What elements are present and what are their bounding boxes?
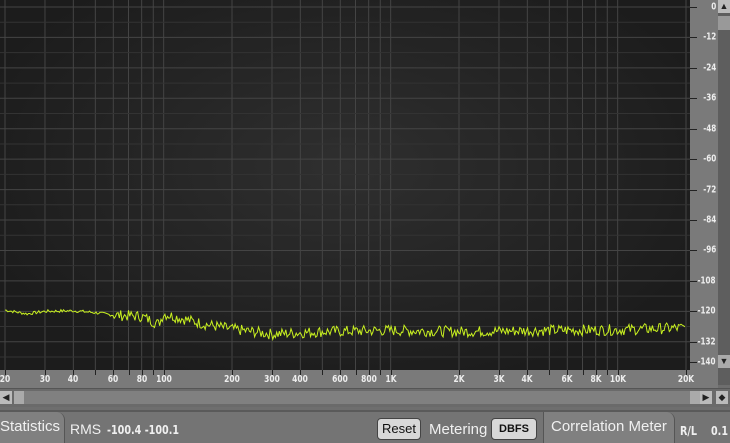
- y-tick: [690, 67, 697, 69]
- rms-values-text: -100.4 -100.1: [107, 423, 180, 437]
- scroll-right-icon[interactable]: ▶: [700, 391, 712, 404]
- x-tick-label: 10K: [609, 374, 626, 385]
- y-tick-label: -108: [697, 275, 716, 287]
- y-tick-label: -36: [702, 92, 716, 104]
- y-tick-label: -24: [702, 62, 716, 74]
- y-tick-label: -72: [702, 184, 716, 196]
- scroll-up-icon[interactable]: ▲: [718, 0, 730, 13]
- x-tick-label: 8K: [590, 374, 602, 385]
- x-tick-label: 2K: [453, 374, 465, 385]
- y-tick: [690, 37, 697, 39]
- y-tick: [690, 7, 697, 8]
- metering-select[interactable]: DBFS: [491, 418, 537, 440]
- x-tick-label: 400: [292, 374, 309, 385]
- horizontal-scroll-track[interactable]: [14, 391, 700, 404]
- x-tick-label: 1K: [385, 374, 397, 385]
- rms-label: RMS: [70, 421, 102, 437]
- db-axis: 0 -12 -24 -36 -48 -60 -72 -84 -96 -108 -120 -132 -14…: [690, 0, 718, 370]
- x-tick-label: 800: [360, 374, 377, 385]
- horizontal-scroll-thumb-left[interactable]: [14, 391, 24, 404]
- x-tick-label: 100: [155, 374, 172, 385]
- rl-label-text: R/L: [680, 424, 698, 438]
- x-tick-label: 80: [136, 374, 147, 385]
- y-tick: [690, 280, 697, 282]
- metering-label: Metering: [429, 421, 488, 438]
- spectrum-svg: [0, 0, 690, 370]
- x-tick: [549, 370, 551, 375]
- y-tick-label: -12: [702, 31, 716, 43]
- x-tick-label: 6K: [561, 374, 573, 385]
- y-tick: [690, 98, 697, 100]
- x-tick-label: 4K: [521, 374, 533, 385]
- y-tick: [690, 311, 697, 313]
- y-tick: [690, 220, 697, 222]
- y-tick-label: -140: [697, 356, 716, 368]
- y-tick-label: -84: [702, 214, 716, 226]
- y-tick-label: 0: [710, 1, 716, 13]
- frequency-axis: 20 30 40 60 80 100 200 300 400 600 800 1K 2K 3K 4K 6K 8K…: [0, 370, 718, 388]
- y-tick-label: -48: [702, 123, 716, 135]
- x-tick: [607, 370, 609, 375]
- y-tick: [690, 362, 697, 364]
- x-tick: [380, 370, 382, 375]
- y-tick: [690, 250, 697, 252]
- tab-statistics-label: Statistics: [0, 418, 61, 435]
- y-tick: [690, 128, 697, 130]
- x-tick-label: 20: [0, 374, 11, 385]
- x-tick-label: 300: [264, 374, 280, 385]
- horizontal-scrollbar[interactable]: ◀ ▶ ◆: [0, 388, 730, 407]
- correlation-value-text: 0.1: [711, 424, 729, 438]
- y-tick-label: -132: [697, 336, 716, 348]
- scroll-down-icon[interactable]: ▼: [718, 355, 730, 368]
- x-tick: [582, 370, 584, 375]
- rms-values: -100.4 -100.1: [107, 421, 197, 438]
- x-tick-label: 40: [68, 374, 79, 385]
- y-tick: [690, 189, 697, 191]
- tab-correlation-label: Correlation Meter: [551, 418, 667, 435]
- x-tick-label: 3K: [493, 374, 505, 385]
- x-tick: [355, 370, 357, 375]
- x-tick-label: 60: [108, 374, 119, 385]
- zoom-reset-icon[interactable]: ◆: [716, 391, 728, 404]
- x-tick-label: 20K: [677, 374, 695, 385]
- vertical-scroll-thumb[interactable]: [718, 16, 730, 30]
- y-tick-label: -60: [702, 153, 716, 165]
- y-tick: [690, 341, 697, 343]
- x-tick-label: 30: [39, 374, 51, 385]
- x-tick: [153, 370, 155, 375]
- x-tick-label: 600: [332, 374, 349, 385]
- tab-statistics[interactable]: Statistics: [0, 412, 65, 443]
- y-tick-label: -96: [702, 244, 716, 256]
- x-tick: [128, 370, 130, 375]
- y-tick-label: -120: [697, 305, 716, 317]
- horizontal-scroll-thumb-right[interactable]: [690, 391, 700, 404]
- spectrum-plot[interactable]: [0, 0, 692, 370]
- scroll-left-icon[interactable]: ◀: [0, 391, 12, 404]
- x-tick-label: 200: [224, 374, 240, 385]
- rl-label: R/L: [680, 422, 701, 439]
- tab-correlation-meter[interactable]: Correlation Meter: [543, 412, 675, 443]
- y-tick: [690, 159, 697, 161]
- x-tick: [95, 370, 97, 375]
- x-tick: [322, 370, 324, 375]
- reset-button[interactable]: Reset: [377, 418, 421, 440]
- vertical-scrollbar[interactable]: ▲ ▼: [718, 0, 730, 385]
- bottom-panel: Statistics RMS -100.4 -100.1 Reset Meter…: [0, 410, 730, 443]
- correlation-value: 0.1: [711, 422, 730, 439]
